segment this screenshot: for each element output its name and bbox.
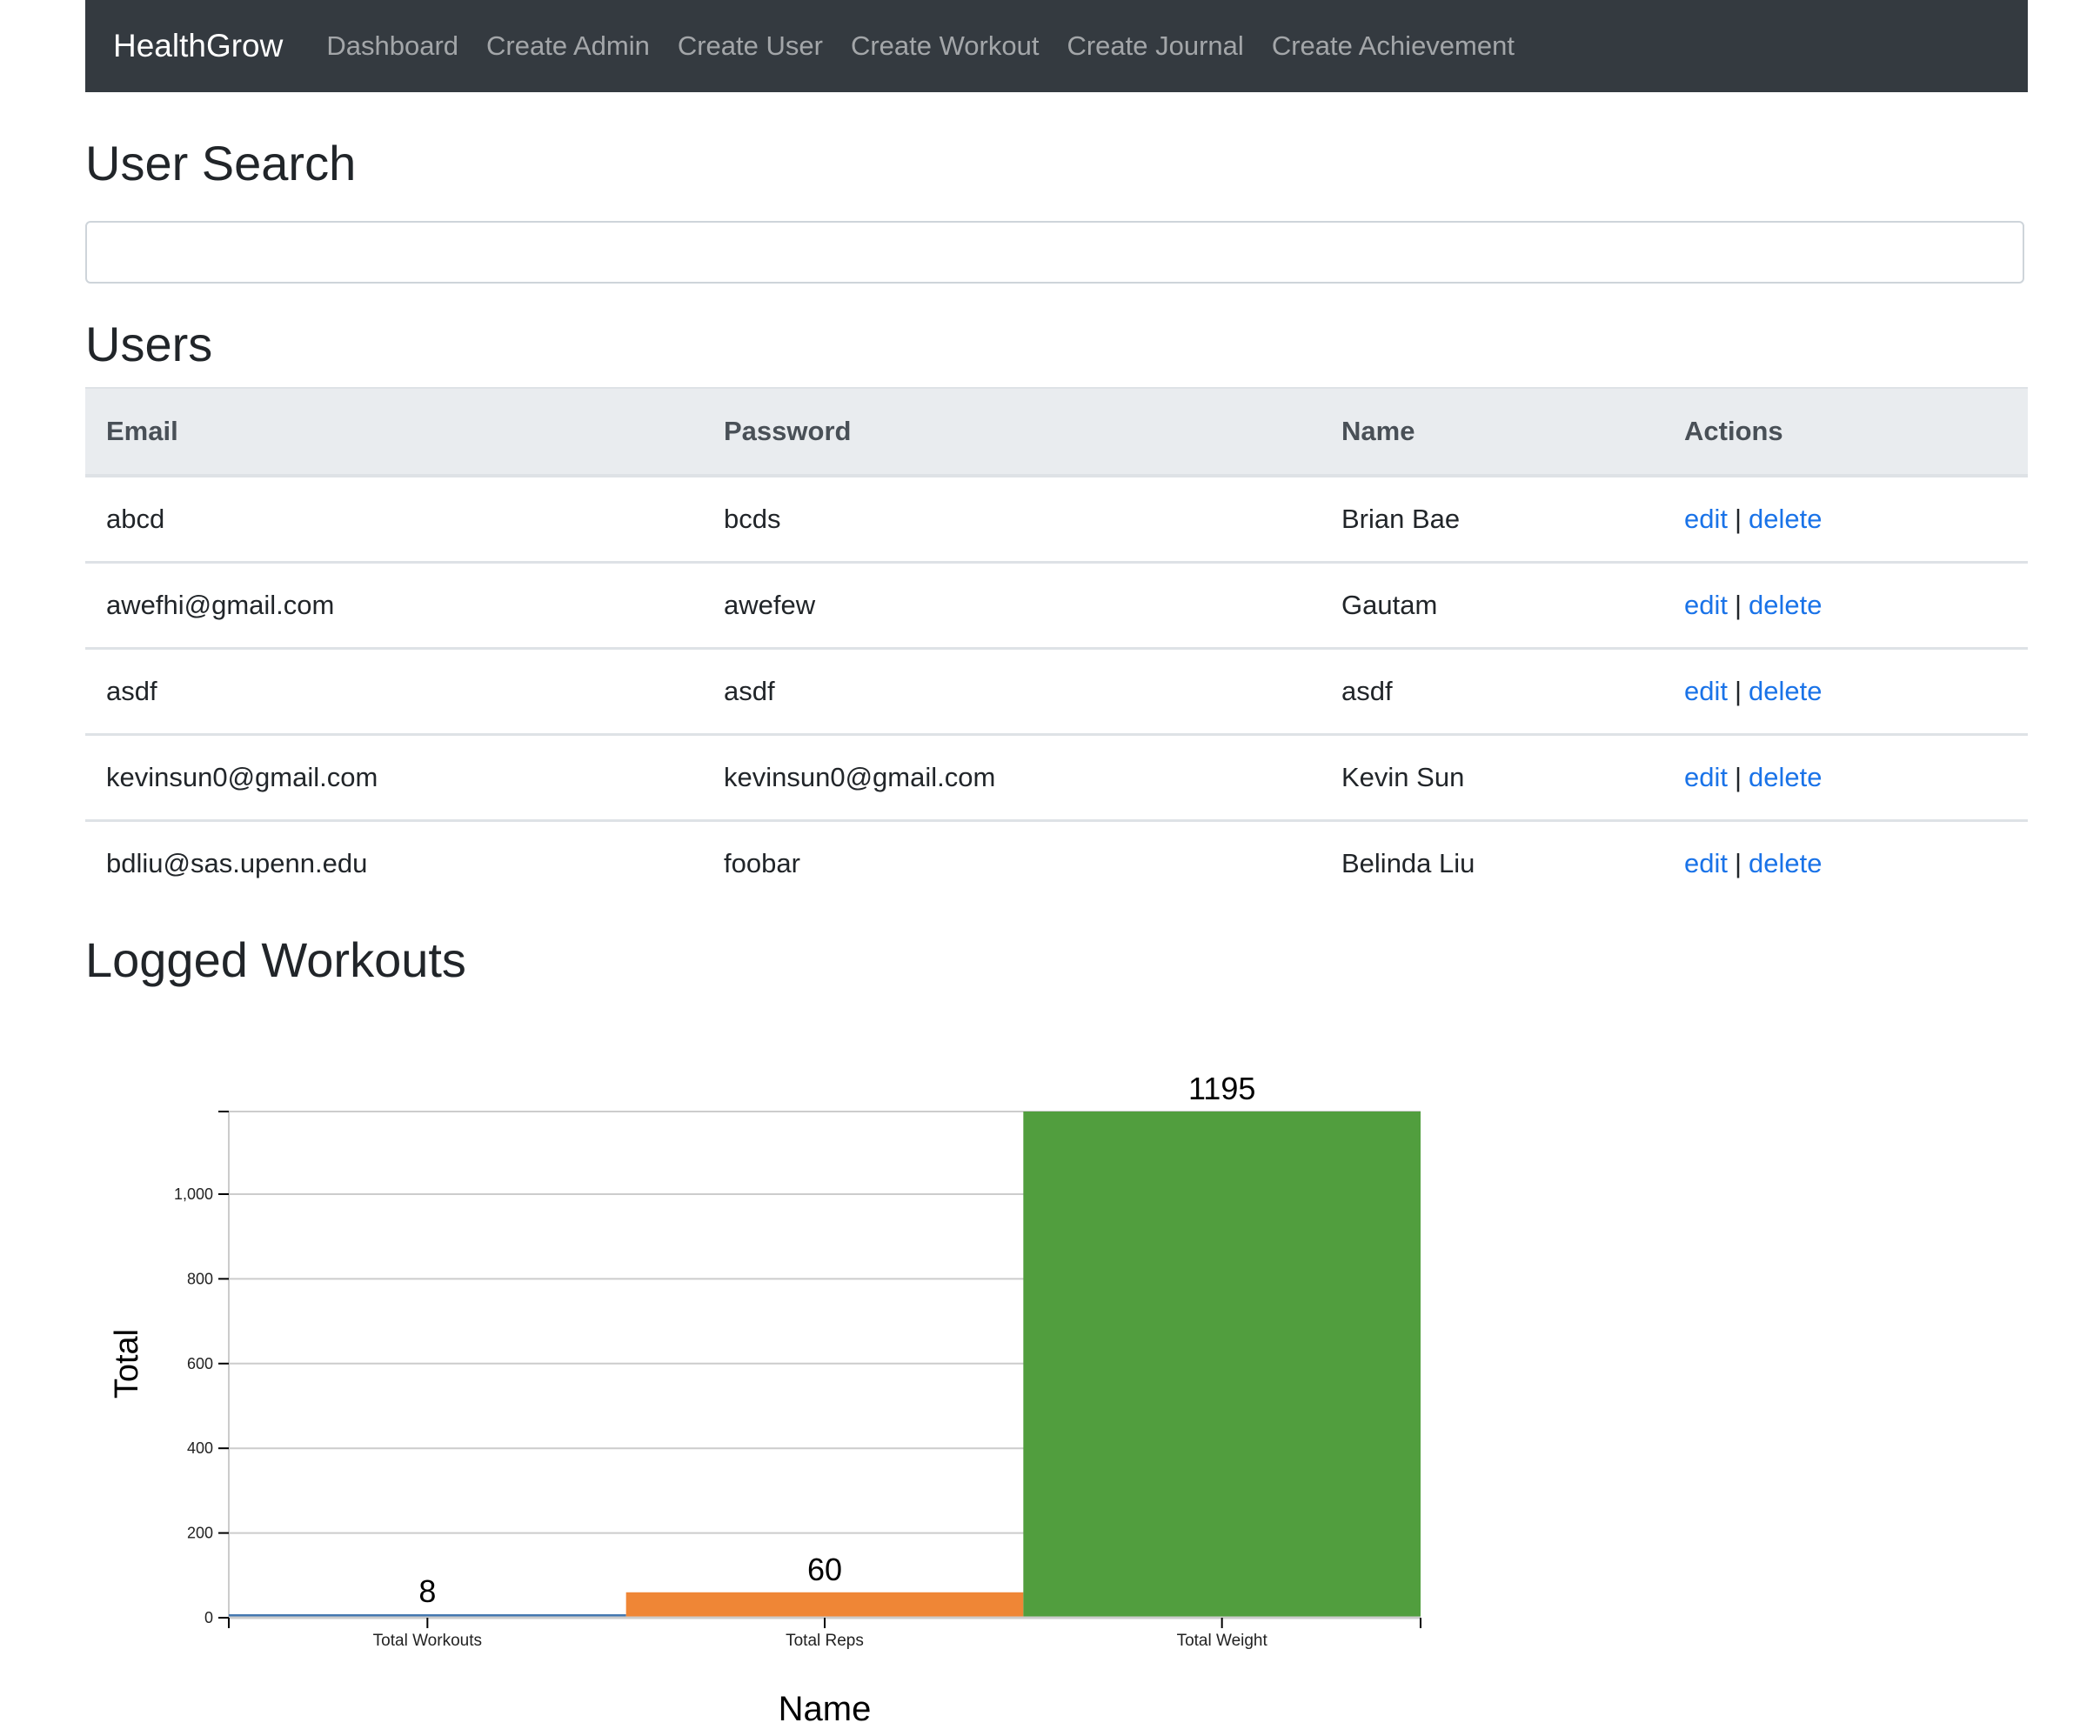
workouts-chart: 8 60 1195 0 200 400 600 800 1,000 Total Workout… (85, 1018, 1477, 1731)
cell-email: awefhi@gmail.com (85, 562, 703, 650)
y-tick-label: 800 (187, 1270, 213, 1287)
nav-create-user[interactable]: Create User (678, 30, 823, 62)
action-separator: | (1734, 676, 1742, 706)
x-axis: Total Workouts Total Reps Total Weight (228, 1616, 1421, 1650)
x-tick-label: Total Workouts (373, 1632, 482, 1650)
cell-actions: edit | delete (1663, 648, 2028, 736)
logged-workouts-heading: Logged Workouts (85, 932, 466, 987)
cell-actions: edit | delete (1663, 734, 2028, 822)
data-label: 60 (807, 1552, 842, 1587)
nav-create-workout[interactable]: Create Workout (851, 30, 1040, 62)
delete-link[interactable]: delete (1749, 676, 1822, 706)
cell-email: abcd (85, 476, 703, 564)
table-row: awefhi@gmail.com awefew Gautam edit | dele… (85, 562, 2028, 650)
navbar: HealthGrow Dashboard Create Admin Create… (85, 0, 2028, 92)
user-search-input[interactable] (85, 221, 2024, 284)
action-separator: | (1734, 848, 1742, 878)
y-tick-label: 0 (204, 1609, 213, 1626)
y-tick-label: 200 (187, 1525, 213, 1542)
user-search-heading: User Search (85, 136, 357, 190)
column-header-actions: Actions (1663, 387, 2028, 477)
cell-actions: edit | delete (1663, 476, 2028, 564)
nav-create-journal[interactable]: Create Journal (1067, 30, 1243, 62)
x-axis-title: Name (779, 1690, 872, 1728)
cell-password: foobar (724, 848, 800, 878)
delete-link[interactable]: delete (1749, 848, 1822, 878)
nav-create-admin[interactable]: Create Admin (486, 30, 650, 62)
y-tick-label: 600 (187, 1355, 213, 1372)
y-axis: 0 200 400 600 800 1,000 (174, 1111, 229, 1626)
table-row: kevinsun0@gmail.com kevinsun0@gmail.com … (85, 734, 2028, 822)
column-header-name: Name (1321, 387, 1663, 477)
action-separator: | (1734, 590, 1742, 620)
edit-link[interactable]: edit (1684, 504, 1728, 534)
nav-dashboard[interactable]: Dashboard (326, 30, 458, 62)
column-header-password: Password (703, 387, 1321, 477)
cell-name: Belinda Liu (1341, 848, 1475, 878)
cell-actions: edit | delete (1663, 821, 2028, 906)
action-separator: | (1734, 762, 1742, 792)
cell-name: asdf (1321, 648, 1663, 736)
delete-link[interactable]: delete (1749, 762, 1822, 792)
action-separator: | (1734, 504, 1742, 534)
table-row: abcd bcds Brian Bae edit | delete (85, 476, 2028, 564)
x-tick-label: Total Weight (1177, 1632, 1268, 1650)
cell-name: Brian Bae (1321, 476, 1663, 564)
table-row: asdf asdf asdf edit | delete (85, 648, 2028, 736)
cell-password: awefew (703, 562, 1321, 650)
y-axis-title: Total (109, 1329, 145, 1399)
cell-email: asdf (85, 648, 703, 736)
cell-name: Gautam (1321, 562, 1663, 650)
brand-logo[interactable]: HealthGrow (113, 28, 283, 64)
cell-password: asdf (703, 648, 1321, 736)
delete-link[interactable]: delete (1749, 590, 1822, 620)
table-header-row: Email Password Name Actions (85, 387, 2028, 477)
users-heading: Users (85, 317, 213, 371)
data-label: 1195 (1188, 1071, 1255, 1106)
data-label: 8 (418, 1573, 436, 1609)
edit-link[interactable]: edit (1684, 676, 1728, 706)
users-table: Email Password Name Actions abcd bcds Br… (85, 387, 2028, 905)
delete-link[interactable]: delete (1749, 504, 1822, 534)
cell-email: bdliu@sas.upenn.edu (106, 848, 368, 878)
edit-link[interactable]: edit (1684, 590, 1728, 620)
table-row: bdliu@sas.upenn.edu foobar Belinda Liu e… (85, 821, 2028, 906)
workouts-bar-chart: 8 60 1195 0 200 400 600 800 1,000 Total Workout… (109, 1071, 1421, 1728)
bar-total-reps (625, 1592, 1024, 1618)
bar-total-weight (1023, 1112, 1421, 1618)
y-tick-label: 400 (187, 1439, 213, 1457)
cell-actions: edit | delete (1663, 562, 2028, 650)
nav-create-achievement[interactable]: Create Achievement (1272, 30, 1515, 62)
cell-password: bcds (703, 476, 1321, 564)
edit-link[interactable]: edit (1684, 762, 1728, 792)
bars (229, 1112, 1421, 1618)
y-tick-label: 1,000 (174, 1185, 213, 1203)
cell-password: kevinsun0@gmail.com (703, 734, 1321, 822)
edit-link[interactable]: edit (1684, 848, 1728, 878)
cell-email: kevinsun0@gmail.com (85, 734, 703, 822)
x-tick-label: Total Reps (786, 1632, 864, 1650)
column-header-email: Email (85, 387, 703, 477)
cell-name: Kevin Sun (1321, 734, 1663, 822)
